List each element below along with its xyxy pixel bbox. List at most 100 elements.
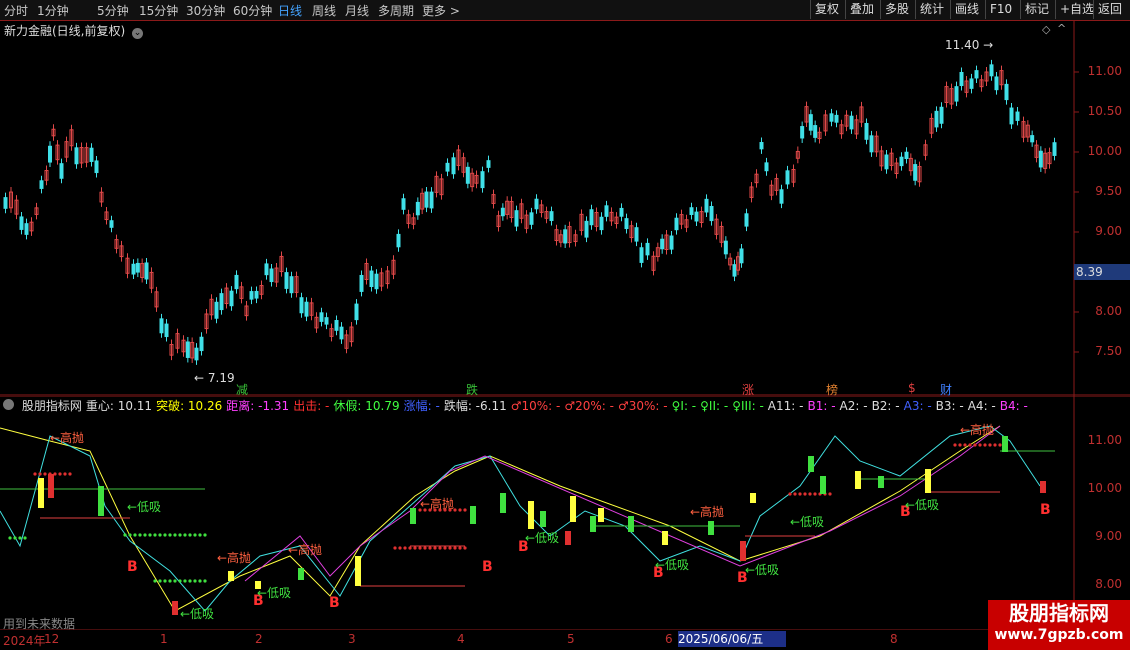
indicator-bar [298,568,304,580]
event-marker[interactable]: $ [908,381,916,395]
candle-body [229,290,234,307]
period-weekly[interactable]: 周线 [312,2,336,19]
signal-dot [128,533,132,537]
draw-line-button[interactable]: 画线 [950,0,983,19]
candle-body [869,135,874,153]
period-multi[interactable]: 多周期 [378,2,414,19]
candle-body [599,216,604,231]
indicator-bar [470,506,476,524]
multi-stock-button[interactable]: 多股 [880,0,913,19]
signal-label: ←低吸 [180,607,214,621]
signal-dot [453,546,457,550]
indicator-bar [355,556,361,586]
candle-body [529,212,534,225]
candle-body [284,272,289,289]
candle-body [689,207,694,215]
signal-dot [173,533,177,537]
period-5min[interactable]: 5分钟 [97,2,129,19]
signal-dot [198,533,202,537]
indicator-bar [878,476,884,488]
signal-dot [143,533,147,537]
signal-dot [463,508,467,512]
signal-dot [408,546,412,550]
period-tick[interactable]: 分时 [4,2,28,19]
adjust-button[interactable]: 复权 [810,0,843,19]
signal-dot [448,546,452,550]
candle-body [785,170,790,185]
candle-body [269,268,274,283]
signal-dot [203,533,207,537]
candle-body [604,205,609,217]
candle-body [759,142,764,150]
indicator-bar [855,471,861,489]
period-30min[interactable]: 30分钟 [186,2,225,19]
period-more[interactable]: 更多 > [422,2,460,19]
signal-dot [398,546,402,550]
candle-body [884,154,889,170]
date-label: 12 [44,632,60,646]
signal-dot [183,579,187,583]
candle-body [254,290,259,299]
candle-body [779,189,784,204]
price-axis-label: 10.00 [1087,144,1122,158]
indicator-chart[interactable]: BB BBBB BB B←高抛←低吸←高抛←低吸←高抛←低吸←低吸←高抛←低吸←高抛←… [0,396,1130,630]
candle-body [185,341,190,358]
candle-body [74,147,79,165]
period-daily[interactable]: 日线 [278,2,302,19]
signal-label: ←高抛 [420,496,454,511]
candle-body [19,216,24,230]
candle-body [359,274,364,292]
candle-body [939,106,944,124]
candle-body [465,166,470,184]
period-15min[interactable]: 15分钟 [139,2,178,19]
signal-dot [458,546,462,550]
signal-dot [443,546,447,550]
indicator-bar [528,501,534,529]
statistics-button[interactable]: 统计 [915,0,948,19]
candle-body [669,235,674,250]
indicator-bar [820,476,826,494]
indicator-bar [540,511,546,527]
candle-body [584,220,589,238]
period-1min[interactable]: 1分钟 [37,2,69,19]
price-axis-label: 8.00 [1095,304,1122,318]
candle-body [339,326,344,340]
indicator-bar [48,474,54,498]
candle-body [289,276,294,294]
period-60min[interactable]: 60分钟 [233,2,272,19]
signal-dot [438,546,442,550]
add-watchlist-button[interactable]: +自选 [1055,0,1098,19]
f10-button[interactable]: F10 [985,0,1016,19]
indicator-bar [98,486,104,516]
indicator-bar [750,493,756,503]
signal-dot [953,443,957,447]
signal-dot [43,472,47,476]
signal-dot [193,579,197,583]
signal-dot [33,472,37,476]
candle-body [48,145,52,163]
signal-label: ←低吸 [525,531,559,545]
buy-marker: B [329,595,340,611]
price-axis-label: 11.00 [1087,64,1122,78]
candle-body [249,291,254,300]
high-price-label: 11.40 → [945,38,994,52]
signal-label: ←低吸 [127,500,161,514]
candle-body [732,264,737,277]
buy-marker: B [1040,502,1051,518]
back-button[interactable]: 返回 [1093,0,1126,19]
candlestick-chart[interactable] [0,20,1130,396]
date-label: 2 [255,632,263,646]
candle-body [480,171,485,189]
overlay-button[interactable]: 叠加 [845,0,878,19]
candle-body [624,218,629,230]
signal-dot [423,546,427,550]
low-price-label: ← 7.19 [194,371,235,385]
signal-dot [158,579,162,583]
signal-dot [188,579,192,583]
period-monthly[interactable]: 月线 [345,2,369,19]
candle-body [1052,142,1057,156]
signal-label: ←高抛 [960,422,994,437]
candle-body [563,229,568,244]
mark-button[interactable]: 标记 [1020,0,1053,19]
indicator-bar [500,493,506,513]
